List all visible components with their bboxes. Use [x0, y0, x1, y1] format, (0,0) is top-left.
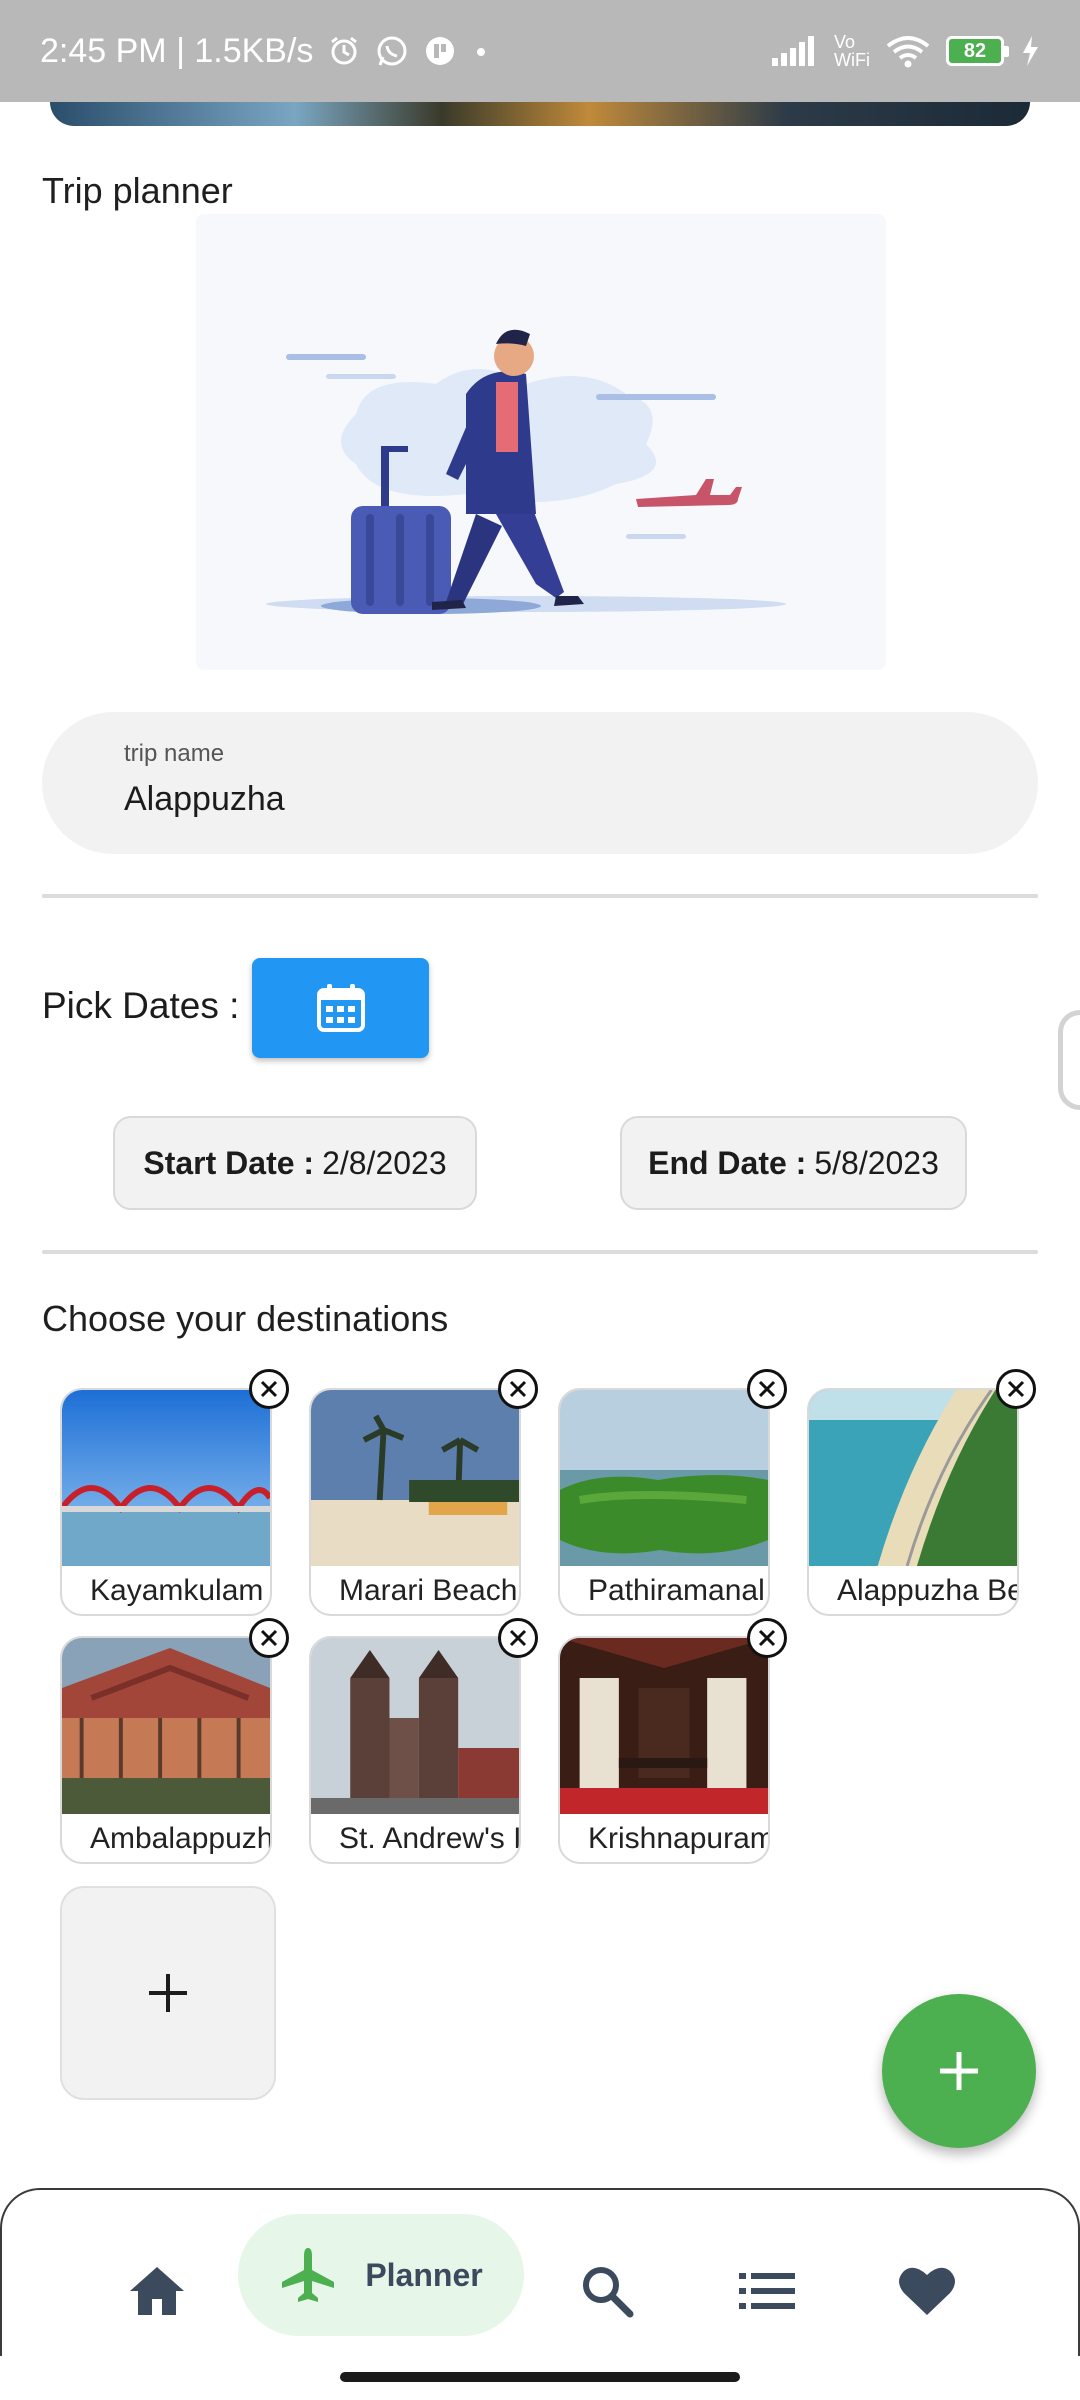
destinations-title: Choose your destinations [42, 1298, 449, 1339]
bottom-navigation: Planner [0, 2188, 1080, 2356]
list-icon [739, 2273, 795, 2309]
remove-destination-button[interactable] [498, 1618, 538, 1658]
nav-home[interactable] [112, 2230, 202, 2352]
airplane-icon [282, 2248, 335, 2302]
close-icon [758, 1380, 776, 1398]
destination-image [560, 1638, 768, 1814]
remove-destination-button[interactable] [249, 1369, 289, 1409]
nav-search[interactable] [562, 2230, 652, 2352]
destination-image [809, 1390, 1017, 1566]
trip-name-input[interactable]: Alappuzha [124, 780, 285, 819]
close-icon [1007, 1380, 1025, 1398]
end-date-chip[interactable]: End Date : 5/8/2023 [620, 1116, 967, 1210]
trip-name-label: trip name [124, 740, 225, 767]
destination-name: Alappuzha Be [837, 1574, 1017, 1607]
home-indicator[interactable] [340, 2372, 740, 2382]
nav-list[interactable] [722, 2230, 812, 2352]
pick-dates-button[interactable] [252, 958, 429, 1058]
start-date-chip[interactable]: Start Date : 2/8/2023 [113, 1116, 477, 1210]
remove-destination-button[interactable] [747, 1618, 787, 1658]
edge-panel-handle[interactable] [1058, 1010, 1080, 1110]
home-icon [130, 2267, 184, 2315]
close-icon [509, 1380, 527, 1398]
destination-card[interactable]: Kayamkulam [60, 1388, 272, 1616]
vowifi-indicator: Vo WiFi [834, 32, 870, 70]
add-trip-fab[interactable] [882, 1994, 1036, 2148]
nav-planner[interactable]: Planner [238, 2214, 524, 2336]
start-date-label: Start Date : [143, 1144, 315, 1181]
destination-card[interactable]: Krishnapuram [558, 1636, 770, 1864]
close-icon [260, 1629, 278, 1647]
destination-card[interactable]: St. Andrew's I [309, 1636, 521, 1864]
page-title: Trip planner [42, 170, 233, 211]
trip-name-field[interactable]: trip name Alappuzha [42, 712, 1038, 854]
remove-destination-button[interactable] [249, 1618, 289, 1658]
destination-image [560, 1390, 768, 1566]
destination-image [62, 1638, 270, 1814]
end-date-value: 5/8/2023 [814, 1144, 939, 1181]
destination-image [62, 1390, 270, 1566]
remove-destination-button[interactable] [747, 1369, 787, 1409]
signal-icon [770, 36, 818, 66]
plus-icon [940, 2052, 978, 2090]
remove-destination-button[interactable] [498, 1369, 538, 1409]
nav-favorites[interactable] [882, 2230, 972, 2352]
traveler-illustration [196, 214, 886, 670]
close-icon [509, 1629, 527, 1647]
destination-name: St. Andrew's I [339, 1822, 519, 1855]
battery-indicator: 82 [946, 36, 1009, 66]
destination-card[interactable]: Alappuzha Be [807, 1388, 1019, 1616]
plus-icon [149, 1974, 187, 2012]
dot-icon [471, 34, 491, 68]
destination-image [311, 1638, 519, 1814]
alarm-icon [327, 34, 361, 68]
destination-name: Ambalappuzh [90, 1822, 270, 1855]
destination-name: Marari Beach [339, 1574, 518, 1607]
status-time: 2:45 PM | 1.5KB/s [40, 31, 314, 70]
end-date-label: End Date : [648, 1144, 807, 1181]
divider [42, 1250, 1038, 1254]
start-date-value: 2/8/2023 [322, 1144, 447, 1181]
destination-name: Kayamkulam [90, 1574, 264, 1607]
destination-card[interactable]: Ambalappuzh [60, 1636, 272, 1864]
remove-destination-button[interactable] [996, 1369, 1036, 1409]
divider [42, 894, 1038, 898]
heart-icon [899, 2267, 955, 2315]
destination-name: Pathiramanal [588, 1574, 765, 1607]
app-notification-icon [423, 34, 457, 68]
close-icon [260, 1380, 278, 1398]
add-destination-button[interactable] [60, 1886, 276, 2100]
destination-card[interactable]: Marari Beach [309, 1388, 521, 1616]
whatsapp-icon [375, 34, 409, 68]
destination-name: Krishnapuram [588, 1822, 768, 1855]
close-icon [758, 1629, 776, 1647]
header-image-strip [50, 102, 1030, 126]
status-bar: 2:45 PM | 1.5KB/s Vo WiFi 82 [0, 0, 1080, 102]
search-icon [583, 2267, 634, 2318]
destination-card[interactable]: Pathiramanal [558, 1388, 770, 1616]
destination-image [311, 1390, 519, 1566]
calendar-icon [316, 984, 365, 1032]
nav-planner-label: Planner [365, 2256, 483, 2293]
charging-icon [1020, 34, 1040, 68]
wifi-icon [886, 34, 930, 68]
pick-dates-label: Pick Dates : [42, 985, 240, 1026]
